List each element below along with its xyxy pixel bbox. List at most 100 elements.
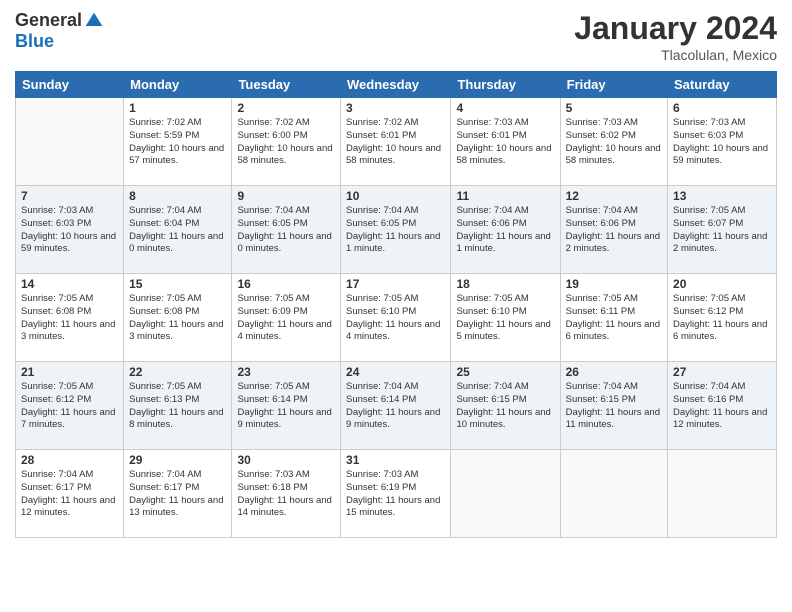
day-number: 14: [21, 277, 118, 291]
location-subtitle: Tlacolulan, Mexico: [574, 47, 777, 63]
calendar-cell: 30Sunrise: 7:03 AM Sunset: 6:18 PM Dayli…: [232, 450, 341, 538]
day-number: 27: [673, 365, 771, 379]
col-saturday: Saturday: [668, 72, 777, 98]
col-thursday: Thursday: [451, 72, 560, 98]
day-number: 6: [673, 101, 771, 115]
day-number: 28: [21, 453, 118, 467]
day-number: 1: [129, 101, 226, 115]
calendar-header-row: Sunday Monday Tuesday Wednesday Thursday…: [16, 72, 777, 98]
day-info: Sunrise: 7:05 AM Sunset: 6:13 PM Dayligh…: [129, 381, 226, 432]
col-sunday: Sunday: [16, 72, 124, 98]
day-number: 7: [21, 189, 118, 203]
day-info: Sunrise: 7:03 AM Sunset: 6:03 PM Dayligh…: [21, 205, 118, 256]
col-tuesday: Tuesday: [232, 72, 341, 98]
calendar-cell: 7 Sunrise: 7:03 AM Sunset: 6:03 PM Daylig…: [16, 186, 124, 274]
day-number: 9: [237, 189, 335, 203]
day-info: Sunrise: 7:04 AM Sunset: 6:04 PM Dayligh…: [129, 205, 226, 256]
day-number: 18: [456, 277, 554, 291]
calendar-cell: 5 Sunrise: 7:03 AM Sunset: 6:02 PM Daylig…: [560, 98, 667, 186]
table-row: 1 Sunrise: 7:02 AM Sunset: 5:59 PM Daylig…: [16, 98, 777, 186]
day-info: Sunrise: 7:05 AM Sunset: 6:08 PM Dayligh…: [21, 293, 118, 344]
day-number: 4: [456, 101, 554, 115]
calendar-cell: 19 Sunrise: 7:05 AM Sunset: 6:11 PM Dayli…: [560, 274, 667, 362]
day-info: Sunrise: 7:05 AM Sunset: 6:09 PM Dayligh…: [237, 293, 335, 344]
day-info: Sunrise: 7:05 AM Sunset: 6:11 PM Dayligh…: [566, 293, 662, 344]
day-number: 2: [237, 101, 335, 115]
day-info: Sunrise: 7:05 AM Sunset: 6:12 PM Dayligh…: [673, 293, 771, 344]
day-info: Sunrise: 7:04 AM Sunset: 6:16 PM Dayligh…: [673, 381, 771, 432]
calendar-cell: 22 Sunrise: 7:05 AM Sunset: 6:13 PM Dayli…: [124, 362, 232, 450]
calendar-cell: 2 Sunrise: 7:02 AM Sunset: 6:00 PM Daylig…: [232, 98, 341, 186]
day-number: 24: [346, 365, 445, 379]
calendar-cell: [560, 450, 667, 538]
month-year-title: January 2024: [574, 10, 777, 47]
day-number: 19: [566, 277, 662, 291]
day-info: Sunrise: 7:05 AM Sunset: 6:10 PM Dayligh…: [346, 293, 445, 344]
calendar-cell: 18Sunrise: 7:05 AM Sunset: 6:10 PM Dayli…: [451, 274, 560, 362]
day-number: 15: [129, 277, 226, 291]
calendar-cell: [16, 98, 124, 186]
col-wednesday: Wednesday: [341, 72, 451, 98]
day-info: Sunrise: 7:03 AM Sunset: 6:02 PM Dayligh…: [566, 117, 662, 168]
day-number: 13: [673, 189, 771, 203]
day-info: Sunrise: 7:03 AM Sunset: 6:18 PM Dayligh…: [237, 469, 335, 520]
day-number: 25: [456, 365, 554, 379]
day-number: 31: [346, 453, 445, 467]
day-info: Sunrise: 7:03 AM Sunset: 6:01 PM Dayligh…: [456, 117, 554, 168]
col-friday: Friday: [560, 72, 667, 98]
logo: General Blue: [15, 10, 104, 52]
day-info: Sunrise: 7:04 AM Sunset: 6:06 PM Dayligh…: [566, 205, 662, 256]
day-number: 23: [237, 365, 335, 379]
logo-icon: [84, 11, 104, 31]
calendar-cell: 11 Sunrise: 7:04 AM Sunset: 6:06 PM Dayli…: [451, 186, 560, 274]
day-number: 20: [673, 277, 771, 291]
day-info: Sunrise: 7:02 AM Sunset: 6:00 PM Dayligh…: [237, 117, 335, 168]
page-header: General Blue January 2024 Tlacolulan, Me…: [15, 10, 777, 63]
day-info: Sunrise: 7:03 AM Sunset: 6:19 PM Dayligh…: [346, 469, 445, 520]
calendar-cell: [668, 450, 777, 538]
day-info: Sunrise: 7:05 AM Sunset: 6:08 PM Dayligh…: [129, 293, 226, 344]
calendar-cell: 29Sunrise: 7:04 AM Sunset: 6:17 PM Dayli…: [124, 450, 232, 538]
day-number: 10: [346, 189, 445, 203]
day-number: 11: [456, 189, 554, 203]
calendar-cell: 15 Sunrise: 7:05 AM Sunset: 6:08 PM Dayli…: [124, 274, 232, 362]
page-container: General Blue January 2024 Tlacolulan, Me…: [0, 0, 792, 612]
table-row: 14 Sunrise: 7:05 AM Sunset: 6:08 PM Dayli…: [16, 274, 777, 362]
calendar-cell: 17 Sunrise: 7:05 AM Sunset: 6:10 PM Dayli…: [341, 274, 451, 362]
calendar-cell: 23 Sunrise: 7:05 AM Sunset: 6:14 PM Dayli…: [232, 362, 341, 450]
logo-general-text: General: [15, 10, 82, 31]
day-info: Sunrise: 7:04 AM Sunset: 6:06 PM Dayligh…: [456, 205, 554, 256]
day-number: 5: [566, 101, 662, 115]
day-info: Sunrise: 7:04 AM Sunset: 6:05 PM Dayligh…: [237, 205, 335, 256]
calendar-cell: 28 Sunrise: 7:04 AM Sunset: 6:17 PM Dayli…: [16, 450, 124, 538]
day-number: 21: [21, 365, 118, 379]
col-monday: Monday: [124, 72, 232, 98]
day-info: Sunrise: 7:04 AM Sunset: 6:15 PM Dayligh…: [566, 381, 662, 432]
day-number: 17: [346, 277, 445, 291]
day-number: 8: [129, 189, 226, 203]
calendar-table: Sunday Monday Tuesday Wednesday Thursday…: [15, 71, 777, 538]
calendar-cell: 8 Sunrise: 7:04 AM Sunset: 6:04 PM Daylig…: [124, 186, 232, 274]
day-info: Sunrise: 7:05 AM Sunset: 6:14 PM Dayligh…: [237, 381, 335, 432]
calendar-cell: 13Sunrise: 7:05 AM Sunset: 6:07 PM Dayli…: [668, 186, 777, 274]
day-number: 22: [129, 365, 226, 379]
calendar-cell: 10 Sunrise: 7:04 AM Sunset: 6:05 PM Dayli…: [341, 186, 451, 274]
calendar-cell: 1 Sunrise: 7:02 AM Sunset: 5:59 PM Daylig…: [124, 98, 232, 186]
calendar-cell: 20 Sunrise: 7:05 AM Sunset: 6:12 PM Dayli…: [668, 274, 777, 362]
day-info: Sunrise: 7:05 AM Sunset: 6:12 PM Dayligh…: [21, 381, 118, 432]
day-info: Sunrise: 7:04 AM Sunset: 6:15 PM Dayligh…: [456, 381, 554, 432]
logo-blue-text: Blue: [15, 31, 54, 52]
day-info: Sunrise: 7:04 AM Sunset: 6:17 PM Dayligh…: [21, 469, 118, 520]
calendar-cell: 6 Sunrise: 7:03 AM Sunset: 6:03 PM Daylig…: [668, 98, 777, 186]
day-info: Sunrise: 7:04 AM Sunset: 6:14 PM Dayligh…: [346, 381, 445, 432]
table-row: 7 Sunrise: 7:03 AM Sunset: 6:03 PM Daylig…: [16, 186, 777, 274]
calendar-cell: 9 Sunrise: 7:04 AM Sunset: 6:05 PM Daylig…: [232, 186, 341, 274]
day-number: 16: [237, 277, 335, 291]
day-info: Sunrise: 7:02 AM Sunset: 5:59 PM Dayligh…: [129, 117, 226, 168]
day-number: 29: [129, 453, 226, 467]
calendar-cell: 24 Sunrise: 7:04 AM Sunset: 6:14 PM Dayli…: [341, 362, 451, 450]
day-number: 12: [566, 189, 662, 203]
day-info: Sunrise: 7:03 AM Sunset: 6:03 PM Dayligh…: [673, 117, 771, 168]
table-row: 21 Sunrise: 7:05 AM Sunset: 6:12 PM Dayli…: [16, 362, 777, 450]
day-info: Sunrise: 7:04 AM Sunset: 6:05 PM Dayligh…: [346, 205, 445, 256]
